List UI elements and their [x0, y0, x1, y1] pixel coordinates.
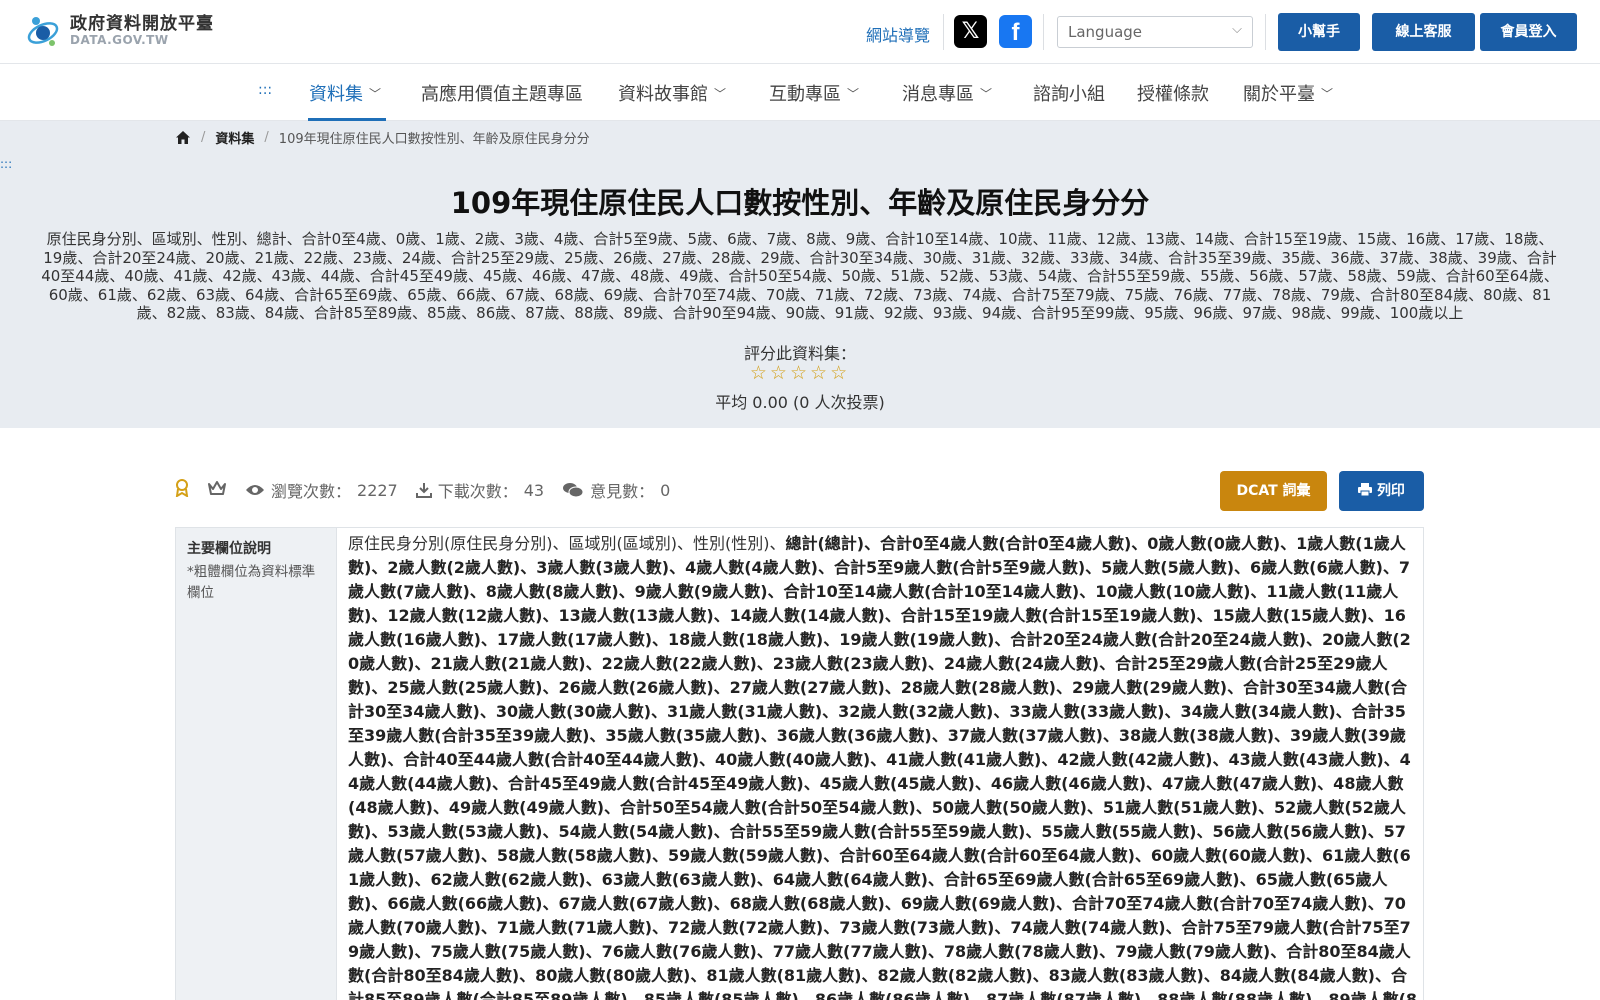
standard-fields: 總計(總計)、合計0至4歲人數(合計0至4歲人數)、0歲人數(0歲人數)、1歲人…	[348, 534, 1418, 1000]
divider	[1265, 14, 1266, 50]
views-stat: 瀏覽次數： 2227	[245, 478, 398, 502]
x-twitter-icon[interactable]: 𝕏	[954, 15, 987, 48]
main-fields-header: 主要欄位說明 *粗體欄位為資料標準欄位	[176, 528, 337, 1000]
home-icon[interactable]	[175, 130, 191, 145]
plain-fields: 原住民身分別(原住民身分別)、區域別(區域別)、性別(性別)、	[348, 534, 786, 553]
page-title: 109年現住原住民人口數按性別、年齡及原住民身分分	[450, 186, 1150, 220]
nav-item-label: 消息專區	[902, 84, 974, 105]
content-accesskey[interactable]: :::	[0, 157, 12, 171]
nav-item-data-stories[interactable]: 資料故事館 ﹀	[618, 80, 726, 106]
star-icon[interactable]: ☆	[830, 362, 850, 384]
member-login-button[interactable]: 會員登入	[1480, 13, 1577, 51]
dataset-stats: 瀏覽次數： 2227 下載次數： 43 意見數： 0	[175, 478, 688, 502]
helper-button[interactable]: 小幫手	[1278, 13, 1360, 51]
site-header: 政府資料開放平臺 DATA.GOV.TW 網站導覽 𝕏 f Language ⌵…	[0, 0, 1600, 64]
main-fields-table: 主要欄位說明 *粗體欄位為資料標準欄位 原住民身分別(原住民身分別)、區域別(區…	[175, 527, 1424, 1000]
breadcrumb-current: 109年現住原住民人口數按性別、年齡及原住民身分分	[278, 132, 590, 147]
nav-item-label: 關於平臺	[1243, 84, 1315, 105]
nav-item-interactive[interactable]: 互動專區 ﹀	[769, 80, 859, 106]
main-fields-note: *粗體欄位為資料標準欄位	[187, 564, 316, 601]
medal-icon	[175, 479, 189, 501]
chevron-down-icon: ﹀	[369, 87, 382, 101]
nav-item-datasets[interactable]: 資料集 ﹀	[309, 80, 381, 106]
logo-icon	[27, 17, 59, 46]
nav-item-label: 授權條款	[1137, 84, 1209, 105]
star-icon[interactable]: ☆	[790, 362, 810, 384]
downloads-count: 43	[523, 480, 545, 500]
logo-title: 政府資料開放平臺	[70, 14, 214, 35]
divider	[943, 14, 944, 50]
chevron-down-icon: ⌵	[1232, 22, 1242, 37]
rating-stars[interactable]: ☆☆☆☆☆	[0, 362, 1600, 384]
star-icon[interactable]: ☆	[810, 362, 830, 384]
rating-label: 評分此資料集：	[743, 344, 856, 363]
breadcrumb-separator: /	[201, 130, 206, 145]
comments-count: 0	[660, 480, 671, 500]
print-button-label: 列印	[1376, 483, 1405, 499]
nav-item-label: 諮詢小組	[1033, 84, 1105, 105]
rating-average: 平均 0.00 (0 人次投票)	[715, 393, 885, 412]
breadcrumb: / 資料集 / 109年現住原住民人口數按性別、年齡及原住民身分分	[175, 128, 590, 147]
language-select-label: Language	[1068, 23, 1143, 41]
star-icon[interactable]: ☆	[770, 362, 790, 384]
nav-item-about[interactable]: 關於平臺 ﹀	[1243, 80, 1333, 106]
logo-subtitle: DATA.GOV.TW	[70, 32, 169, 47]
chevron-down-icon: ﹀	[1321, 87, 1334, 101]
site-logo[interactable]: 政府資料開放平臺 DATA.GOV.TW	[24, 12, 214, 50]
main-fields-list: 原住民身分別(原住民身分別)、區域別(區域別)、性別(性別)、總計(總計)、合計…	[348, 532, 1418, 1000]
breadcrumb-separator: /	[264, 130, 269, 145]
views-count: 2227	[357, 480, 398, 500]
facebook-icon[interactable]: f	[999, 15, 1032, 48]
print-button[interactable]: 列印	[1339, 471, 1424, 511]
divider	[1043, 14, 1044, 50]
downloads-stat: 下載次數： 43	[415, 478, 545, 502]
nav-item-label: 互動專區	[769, 84, 841, 105]
comments-icon	[563, 483, 584, 498]
comments-stat: 意見數： 0	[562, 478, 670, 502]
sitemap-link[interactable]: 網站導覽	[866, 22, 930, 46]
nav-accesskey[interactable]: :::	[258, 82, 272, 98]
downloads-label: 下載次數：	[437, 482, 518, 501]
nav-item-news[interactable]: 消息專區 ﹀	[902, 80, 992, 106]
nav-item-label: 資料集	[309, 84, 363, 105]
main-fields-heading: 主要欄位說明	[187, 541, 271, 557]
nav-item-label: 高應用價值主題專區	[421, 84, 583, 105]
crown-icon	[207, 480, 227, 500]
nav-item-label: 資料故事館	[618, 84, 708, 105]
breadcrumb-datasets[interactable]: 資料集	[215, 128, 254, 147]
eye-icon	[246, 485, 264, 495]
nav-item-high-value-topics[interactable]: 高應用價值主題專區	[421, 80, 583, 106]
nav-item-advisory[interactable]: 諮詢小組	[1033, 80, 1105, 106]
comments-label: 意見數：	[590, 482, 655, 501]
download-icon	[415, 483, 432, 498]
chevron-down-icon: ﹀	[714, 87, 727, 101]
star-icon[interactable]: ☆	[750, 362, 770, 384]
views-label: 瀏覽次數：	[271, 482, 352, 501]
online-service-button[interactable]: 線上客服	[1372, 13, 1475, 51]
print-icon	[1358, 483, 1373, 497]
nav-item-license[interactable]: 授權條款	[1137, 80, 1209, 106]
chevron-down-icon: ﹀	[980, 87, 993, 101]
language-select[interactable]: Language ⌵	[1057, 16, 1253, 48]
chevron-down-icon: ﹀	[847, 87, 860, 101]
dataset-description: 原住民身分別、區域別、性別、總計、合計0至4歲、0歲、1歲、2歲、3歲、4歲、合…	[41, 230, 1559, 322]
dcat-vocabulary-button[interactable]: DCAT 詞彙	[1220, 471, 1327, 511]
